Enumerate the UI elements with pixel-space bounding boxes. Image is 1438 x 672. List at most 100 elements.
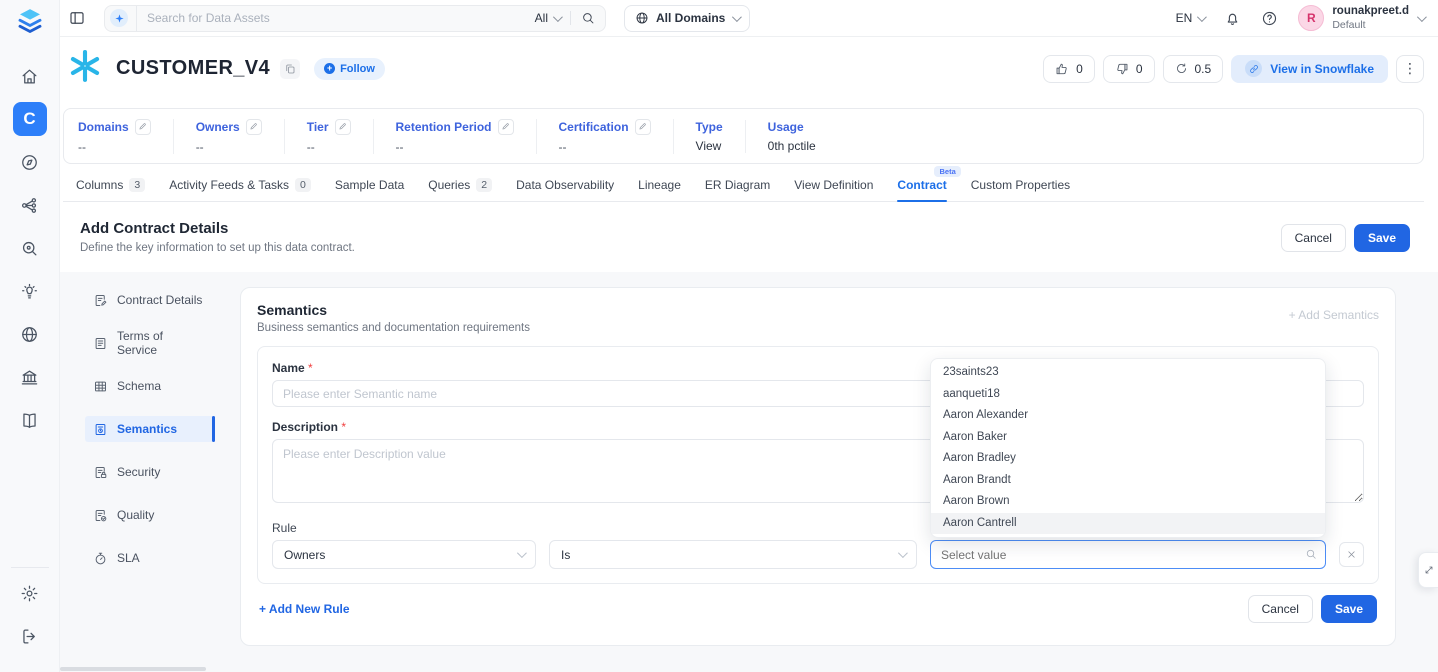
contract-section-nav: Contract Details Terms of Service Schema… — [85, 287, 212, 588]
metadata-summary-card: Domains -- Owners -- Tier -- Retention P… — [63, 108, 1424, 164]
semantics-save-button[interactable]: Save — [1321, 595, 1377, 623]
home-icon[interactable] — [13, 59, 47, 93]
semantics-cancel-button[interactable]: Cancel — [1248, 595, 1313, 623]
nav-label: SLA — [117, 551, 140, 565]
more-options-button[interactable]: ⋮ — [1396, 55, 1424, 83]
edit-pencil-icon[interactable] — [498, 119, 514, 135]
metadata-field-type: Type View — [696, 120, 746, 153]
beta-badge: Beta — [934, 166, 960, 177]
glossary-icon[interactable] — [13, 403, 47, 437]
metadata-field-tier: Tier -- — [307, 119, 374, 154]
downvote-button[interactable]: 0 — [1103, 55, 1155, 83]
search-icon[interactable] — [581, 11, 595, 25]
rule-attribute-value: Owners — [284, 548, 325, 562]
popularity-button[interactable]: 0.5 — [1163, 55, 1224, 83]
logout-icon[interactable] — [13, 619, 47, 653]
nav-label: Terms of Service — [117, 329, 204, 357]
nav-quality[interactable]: Quality — [85, 502, 212, 528]
chevron-down-icon — [553, 12, 563, 22]
compass-icon[interactable] — [13, 145, 47, 179]
follow-label: Follow — [340, 63, 375, 75]
dropdown-option[interactable]: Aaron Baker — [931, 427, 1325, 449]
rail-divider — [11, 567, 49, 568]
nav-sla[interactable]: SLA — [85, 545, 212, 571]
copy-icon[interactable] — [280, 59, 300, 79]
add-new-rule-button[interactable]: + Add New Rule — [259, 602, 350, 616]
upvote-button[interactable]: 0 — [1043, 55, 1095, 83]
edit-pencil-icon[interactable] — [135, 119, 151, 135]
search-icon — [1305, 548, 1317, 560]
nav-schema[interactable]: Schema — [85, 373, 212, 399]
nav-semantics[interactable]: Semantics — [85, 416, 212, 442]
discover-icon[interactable] — [13, 231, 47, 265]
nav-terms-of-service[interactable]: Terms of Service — [85, 330, 212, 356]
upvote-count: 0 — [1076, 62, 1083, 76]
edit-pencil-icon[interactable] — [246, 119, 262, 135]
popularity-score: 0.5 — [1195, 62, 1212, 76]
dropdown-option[interactable]: Aaron Brown — [931, 491, 1325, 513]
tab-custom-properties[interactable]: Custom Properties — [971, 178, 1070, 201]
search-scope-dropdown[interactable]: All — [535, 11, 560, 25]
horizontal-scrollbar[interactable] — [60, 667, 206, 671]
view-in-snowflake-button[interactable]: View in Snowflake — [1231, 55, 1388, 83]
nav-security[interactable]: Security — [85, 459, 212, 485]
chevron-down-icon — [1417, 12, 1427, 22]
rule-attribute-select[interactable]: Owners — [272, 540, 536, 569]
dropdown-option[interactable]: Aaron Brandt — [931, 470, 1325, 492]
resize-handle[interactable] — [1418, 552, 1438, 588]
globe-icon[interactable] — [13, 317, 47, 351]
nav-label: Schema — [117, 379, 161, 393]
all-domains-dropdown[interactable]: All Domains — [624, 5, 750, 32]
tab-view-definition[interactable]: View Definition — [794, 178, 873, 201]
dropdown-option[interactable]: 23saints23 — [931, 362, 1325, 384]
settings-gear-icon[interactable] — [13, 576, 47, 610]
tab-count: 2 — [476, 178, 492, 192]
sidebar-toggle-icon[interactable] — [68, 9, 86, 27]
rule-value-input[interactable] — [930, 540, 1326, 569]
nav-contract-details[interactable]: Contract Details — [85, 287, 212, 313]
edit-pencil-icon[interactable] — [635, 119, 651, 135]
user-menu[interactable]: R rounakpreet.d Default — [1298, 5, 1424, 31]
help-icon[interactable] — [1261, 10, 1278, 27]
edit-pencil-icon[interactable] — [335, 119, 351, 135]
dropdown-option[interactable]: Aaron Alexander — [931, 405, 1325, 427]
field-value: -- — [196, 140, 262, 154]
assets-icon[interactable]: C — [13, 102, 47, 136]
tab-er-diagram[interactable]: ER Diagram — [705, 178, 770, 201]
dropdown-option[interactable]: aanqueti18 — [931, 384, 1325, 406]
contract-cancel-button[interactable]: Cancel — [1281, 224, 1346, 252]
notifications-bell-icon[interactable] — [1224, 10, 1241, 27]
refresh-icon — [1175, 62, 1188, 75]
left-rail: C — [0, 0, 60, 672]
tab-activity-feeds[interactable]: Activity Feeds & Tasks0 — [169, 178, 311, 201]
follow-button[interactable]: + Follow — [314, 58, 385, 80]
insights-icon[interactable] — [13, 274, 47, 308]
workflow-icon[interactable] — [13, 188, 47, 222]
metadata-field-certification: Certification -- — [559, 119, 674, 154]
tab-lineage[interactable]: Lineage — [638, 178, 681, 201]
global-search-bar[interactable]: Search for Data Assets All — [104, 5, 606, 32]
tab-contract[interactable]: ContractBeta — [897, 178, 946, 201]
dropdown-option-highlighted[interactable]: Aaron Cantrell — [931, 513, 1325, 535]
search-input[interactable]: Search for Data Assets — [136, 6, 535, 31]
tab-queries[interactable]: Queries2 — [428, 178, 492, 201]
follow-plus-icon: + — [324, 63, 335, 74]
metadata-field-owners: Owners -- — [196, 119, 285, 154]
field-value: -- — [396, 140, 514, 154]
tab-columns[interactable]: Columns3 — [76, 178, 145, 201]
language-dropdown[interactable]: EN — [1176, 11, 1205, 25]
dropdown-option[interactable]: Aaron Bradley — [931, 448, 1325, 470]
remove-rule-button[interactable] — [1339, 542, 1364, 567]
tab-data-observability[interactable]: Data Observability — [516, 178, 614, 201]
metadata-field-retention: Retention Period -- — [396, 119, 537, 154]
chevron-down-icon — [1197, 12, 1207, 22]
thumbs-up-icon — [1055, 62, 1069, 76]
governance-icon[interactable] — [13, 360, 47, 394]
tab-sample-data[interactable]: Sample Data — [335, 178, 404, 201]
contract-save-button[interactable]: Save — [1354, 224, 1410, 252]
add-semantics-button[interactable]: + Add Semantics — [1289, 308, 1379, 322]
search-scope-value: All — [535, 11, 548, 25]
document-list-icon — [93, 336, 108, 351]
field-value: View — [696, 139, 723, 153]
rule-operator-select[interactable]: Is — [549, 540, 917, 569]
